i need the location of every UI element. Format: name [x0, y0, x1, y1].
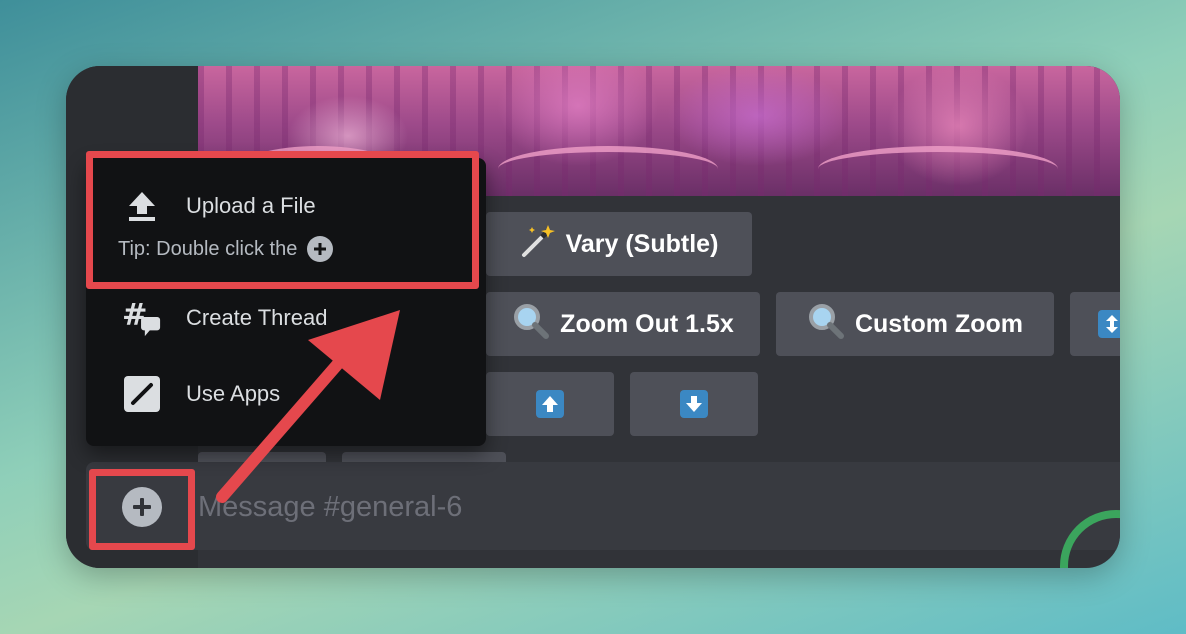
annotation-arrow-icon — [216, 310, 400, 503]
